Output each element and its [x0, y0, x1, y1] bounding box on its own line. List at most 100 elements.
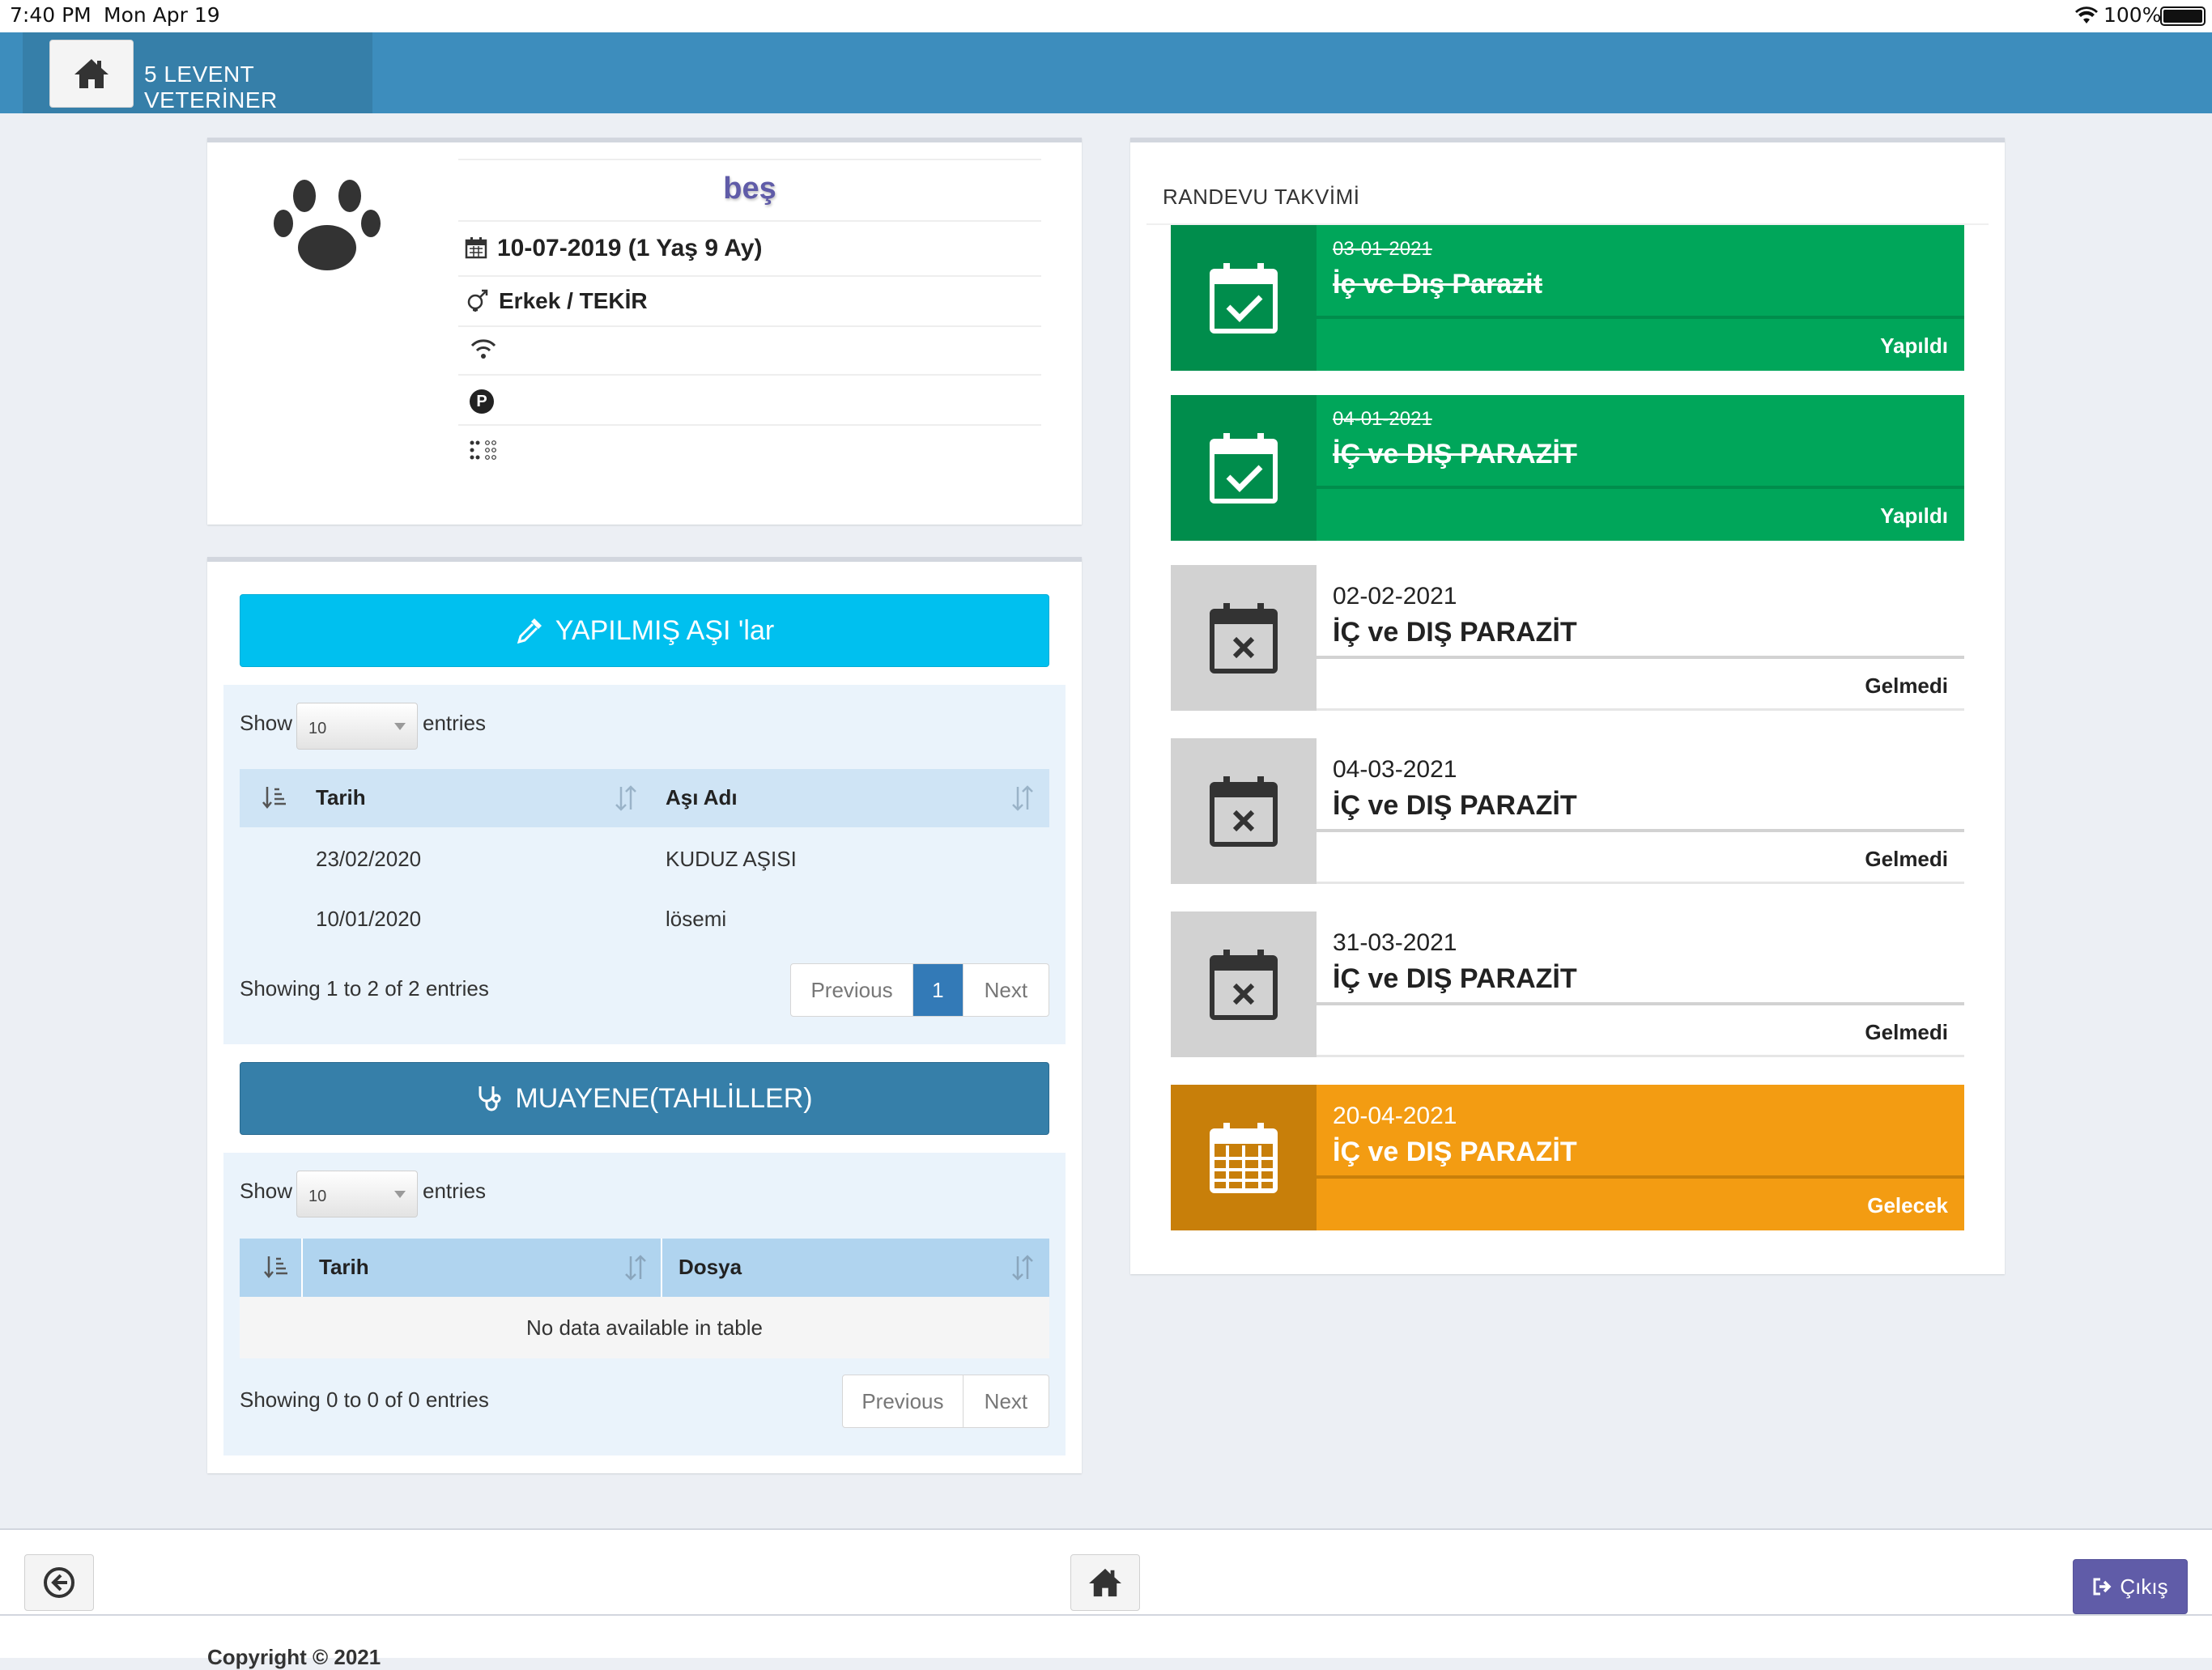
info-divider: [458, 325, 1041, 327]
cell-date: 23/02/2020: [316, 847, 422, 871]
calendar-icon: [1171, 1085, 1317, 1230]
sort-desc-icon[interactable]: [264, 1255, 288, 1283]
page-size-value: 10: [308, 720, 327, 737]
previous-button[interactable]: Previous: [843, 1375, 963, 1427]
appointment-date: 31-03-2021: [1333, 929, 1457, 956]
info-divider: [458, 275, 1041, 277]
sort-desc-icon[interactable]: [262, 785, 287, 814]
wifi-chip-icon: [470, 338, 497, 363]
appointment-title: İÇ ve DIŞ PARAZİT: [1333, 1137, 1577, 1167]
app-header: 5 LEVENT VETERİNER: [0, 32, 2212, 113]
page-1-button[interactable]: 1: [913, 964, 963, 1016]
progress-line: [1317, 486, 1964, 489]
table-header: Tarih Aşı Adı: [240, 769, 1049, 827]
appointment-status: Yapıldı: [1880, 334, 1948, 358]
column-dosya[interactable]: Dosya: [678, 1255, 742, 1280]
info-divider: [458, 424, 1041, 426]
appointment-item[interactable]: 31-03-2021 İÇ ve DIŞ PARAZİT Gelmedi: [1171, 911, 1964, 1057]
pagination: Previous Next: [842, 1375, 1049, 1428]
eyedropper-icon: [517, 618, 542, 644]
home-button[interactable]: [49, 40, 134, 108]
appointment-item[interactable]: 20-04-2021 İÇ ve DIŞ PARAZİT Gelecek: [1171, 1085, 1964, 1230]
cell-vaccine: lösemi: [666, 907, 727, 931]
sort-icon[interactable]: [623, 1255, 648, 1285]
status-time: 7:40 PM: [10, 3, 91, 27]
cell-vaccine: KUDUZ AŞISI: [666, 847, 797, 871]
progress-line: [1317, 316, 1964, 319]
progress-line: [1317, 1002, 1964, 1005]
column-asi-adi[interactable]: Aşı Adı: [666, 785, 738, 810]
pet-name: beş: [723, 172, 776, 206]
back-button[interactable]: [24, 1554, 94, 1611]
column-divider: [301, 1239, 303, 1297]
footer-divider: [0, 1614, 2212, 1616]
sort-icon[interactable]: [614, 785, 638, 815]
show-label: Show: [240, 1179, 293, 1203]
show-label: Show: [240, 711, 293, 735]
home-button[interactable]: [1070, 1554, 1140, 1611]
page-size-select[interactable]: 10: [296, 703, 418, 750]
logout-button[interactable]: Çıkış: [2073, 1559, 2188, 1614]
appointment-status: Gelmedi: [1865, 1020, 1948, 1044]
appointment-date: 04-03-2021: [1333, 756, 1457, 783]
table-row[interactable]: 23/02/2020 KUDUZ AŞISI: [240, 827, 1049, 889]
info-divider: [458, 159, 1041, 160]
stethoscope-icon: [479, 1086, 501, 1111]
table-header: Tarih Dosya: [240, 1239, 1049, 1297]
appointment-body: 04-03-2021 İÇ ve DIŞ PARAZİT Gelmedi: [1317, 738, 1964, 884]
previous-button[interactable]: Previous: [791, 964, 914, 1016]
column-tarih[interactable]: Tarih: [316, 785, 366, 810]
exams-button[interactable]: MUAYENE(TAHLİLLER): [240, 1062, 1049, 1135]
info-divider: [458, 220, 1041, 222]
calendar-check-icon: [1171, 395, 1317, 541]
pagination: Previous 1 Next: [790, 963, 1049, 1017]
parking-icon: P: [470, 389, 494, 414]
appointment-status: Gelecek: [1867, 1193, 1948, 1217]
appointment-body: 20-04-2021 İÇ ve DIŞ PARAZİT Gelecek: [1317, 1085, 1964, 1230]
appointment-title: İÇ ve DIŞ PARAZİT: [1333, 439, 1577, 470]
cell-date: 10/01/2020: [316, 907, 422, 931]
appointment-title: İÇ ve DIŞ PARAZİT: [1333, 617, 1577, 648]
table-row[interactable]: 10/01/2020 lösemi: [240, 889, 1049, 950]
page-size-select[interactable]: 10: [296, 1171, 418, 1217]
info-divider: [458, 374, 1041, 376]
column-tarih[interactable]: Tarih: [319, 1255, 369, 1280]
vaccines-button[interactable]: YAPILMIŞ AŞI 'lar: [240, 594, 1049, 667]
battery-icon: [2160, 6, 2206, 26]
column-divider: [661, 1239, 662, 1297]
entries-label: entries: [423, 1179, 487, 1203]
sign-out-icon: [2093, 1578, 2112, 1596]
brand-area: 5 LEVENT VETERİNER: [23, 32, 372, 113]
logout-label: Çıkış: [2120, 1574, 2168, 1599]
empty-table-message: No data available in table: [240, 1297, 1049, 1358]
appointment-date: 03-01-2021: [1333, 238, 1432, 260]
sort-icon[interactable]: [1010, 785, 1035, 815]
braille-icon: [470, 440, 499, 464]
next-button[interactable]: Next: [963, 964, 1049, 1016]
appointment-body: 31-03-2021 İÇ ve DIŞ PARAZİT Gelmedi: [1317, 911, 1964, 1057]
appointment-item[interactable]: 02-02-2021 İÇ ve DIŞ PARAZİT Gelmedi: [1171, 565, 1964, 711]
pet-gender-breed: Erkek / TEKİR: [499, 288, 648, 313]
chevron-down-icon: [394, 1191, 406, 1198]
appointment-item[interactable]: 04-03-2021 İÇ ve DIŞ PARAZİT Gelmedi: [1171, 738, 1964, 884]
appointment-body: 02-02-2021 İÇ ve DIŞ PARAZİT Gelmedi: [1317, 565, 1964, 711]
appointment-title: İÇ ve DIŞ PARAZİT: [1333, 790, 1577, 821]
progress-line: [1317, 829, 1964, 832]
next-button[interactable]: Next: [963, 1375, 1049, 1427]
table-info: Showing 1 to 2 of 2 entries: [240, 976, 489, 1001]
appointment-item[interactable]: 04-01-2021 İÇ ve DIŞ PARAZİT Yapıldı: [1171, 395, 1964, 541]
calendar-x-icon: [1171, 565, 1317, 711]
calendar-icon: [465, 236, 487, 263]
table-info: Showing 0 to 0 of 0 entries: [240, 1387, 489, 1412]
sort-icon[interactable]: [1010, 1255, 1035, 1285]
calendar-x-icon: [1171, 738, 1317, 884]
appointment-title: İÇ ve DIŞ PARAZİT: [1333, 963, 1577, 994]
calendar-title: RANDEVU TAKVİMİ: [1163, 185, 1360, 209]
status-bar: 7:40 PM Mon Apr 19 100%: [0, 0, 2212, 32]
footer: Çıkış Copyright © 2021: [0, 1528, 2212, 1669]
battery-percent: 100%: [2104, 3, 2162, 27]
appointment-body: 03-01-2021 İç ve Dış Parazit Yapıldı: [1317, 225, 1964, 371]
appointment-item[interactable]: 03-01-2021 İç ve Dış Parazit Yapıldı: [1171, 225, 1964, 371]
appointment-body: 04-01-2021 İÇ ve DIŞ PARAZİT Yapıldı: [1317, 395, 1964, 541]
vaccines-table-wrapper: Show 10 entries Tarih Aşı Adı 23/02/2020…: [223, 685, 1066, 1044]
